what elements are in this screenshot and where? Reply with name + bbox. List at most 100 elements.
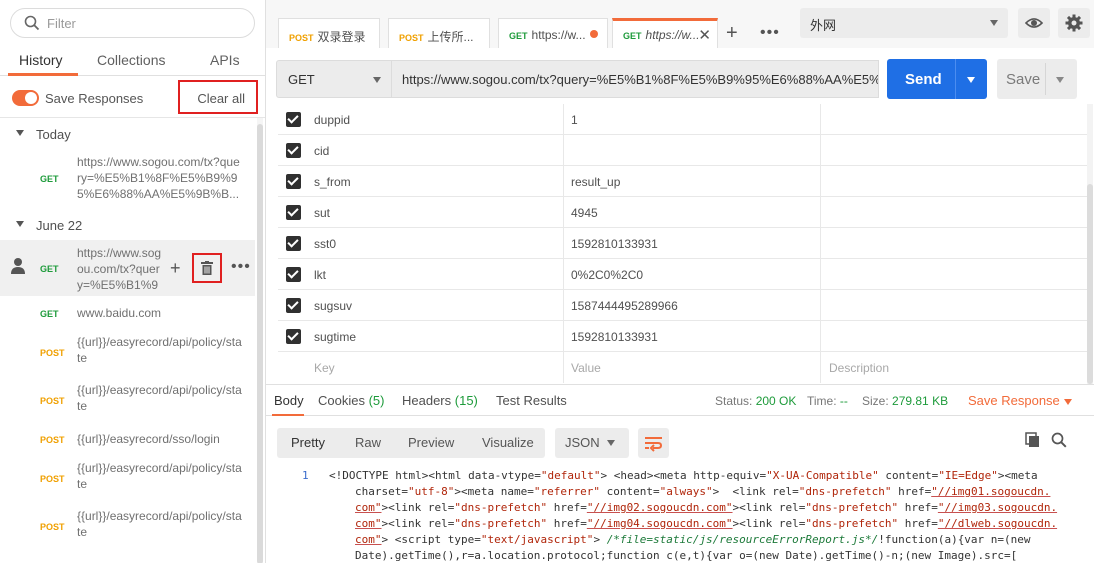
add-to-collection-icon[interactable]: +	[170, 259, 181, 277]
history-item[interactable]: GET www.baidu.com	[0, 300, 255, 326]
clear-all-button[interactable]: Clear all	[178, 80, 258, 114]
chevron-down-icon[interactable]	[967, 77, 975, 83]
save-label: Save	[1006, 71, 1041, 88]
save-response-button[interactable]: Save Response	[968, 393, 1072, 408]
more-options-icon[interactable]: •••	[231, 258, 251, 276]
history-item[interactable]: POST {{url}}/easyrecord/api/policy/state	[0, 456, 255, 500]
key-placeholder[interactable]: Key	[314, 361, 335, 375]
delete-button[interactable]	[192, 253, 222, 283]
history-url: https://www.sogou.com/tx?query=%E5%B1%8F…	[77, 155, 240, 201]
param-key[interactable]: lkt	[314, 268, 326, 282]
chevron-down-icon	[607, 440, 615, 446]
save-responses-label: Save Responses	[45, 91, 144, 106]
response-body-code[interactable]: 1 <!DOCTYPE html><html data-vtype="defau…	[276, 462, 1088, 563]
param-checkbox[interactable]	[286, 298, 301, 313]
chevron-down-icon	[990, 20, 998, 26]
code-line: charset="utf-8"><meta name="referrer" co…	[355, 485, 1051, 498]
tab-title: 上传所...	[427, 30, 474, 44]
url-input[interactable]: https://www.sogou.com/tx?query=%E5%B1%8F…	[391, 60, 879, 98]
tab-title: https://w...	[645, 28, 700, 42]
method-badge: GET	[509, 31, 528, 41]
history-item[interactable]: GET https://www.sogou.com/tx?query=%E5%B…	[0, 150, 255, 208]
param-checkbox[interactable]	[286, 143, 301, 158]
param-checkbox[interactable]	[286, 174, 301, 189]
param-value[interactable]: result_up	[571, 175, 620, 189]
param-key[interactable]: sst0	[314, 237, 336, 251]
param-key[interactable]: duppid	[314, 113, 350, 127]
history-group-june-22[interactable]: June 22	[0, 212, 265, 238]
param-key[interactable]: cid	[314, 144, 329, 158]
size-info: Size: 279.81 KB	[862, 394, 948, 408]
param-checkbox[interactable]	[286, 236, 301, 251]
eye-icon	[1025, 18, 1043, 28]
method-badge: POST	[40, 348, 65, 358]
chevron-down-icon[interactable]	[1056, 77, 1064, 83]
tab-title: 双录登录	[317, 30, 366, 44]
sidebar-scrollbar[interactable]	[257, 118, 263, 563]
tab-collections[interactable]: Collections	[97, 52, 165, 68]
param-key[interactable]: s_from	[314, 175, 351, 189]
size-value: 279.81 KB	[892, 394, 949, 408]
send-button[interactable]: Send	[887, 59, 987, 99]
param-key[interactable]: sugsuv	[314, 299, 352, 313]
chevron-down-icon	[1064, 399, 1072, 405]
tab-test-results[interactable]: Test Results	[496, 393, 567, 408]
param-value[interactable]: 0%2C0%2C0	[571, 268, 643, 282]
history-item[interactable]: POST {{url}}/easyrecord/api/policy/state	[0, 330, 255, 374]
request-tab[interactable]: POST 上传所...	[388, 18, 490, 48]
code-line: com"><link rel="dns-prefetch" href="//im…	[355, 501, 1058, 514]
tab-headers[interactable]: Headers (15)	[402, 393, 478, 408]
value-placeholder[interactable]: Value	[571, 361, 601, 375]
search-icon[interactable]	[1051, 432, 1067, 448]
filter-box[interactable]	[10, 8, 255, 38]
param-checkbox[interactable]	[286, 267, 301, 282]
tab-history[interactable]: History	[19, 52, 63, 68]
code-line: com"> <script type="text/javascript"> /*…	[355, 533, 1031, 546]
param-row: sst0 1592810133931	[278, 228, 1090, 259]
filter-input[interactable]	[47, 15, 242, 31]
view-raw[interactable]: Raw	[355, 435, 381, 450]
param-checkbox[interactable]	[286, 112, 301, 127]
history-item[interactable]: POST {{url}}/easyrecord/api/policy/state	[0, 504, 255, 548]
more-tabs-icon[interactable]: •••	[760, 24, 780, 42]
param-value[interactable]: 1	[571, 113, 578, 127]
param-value[interactable]: 4945	[571, 206, 598, 220]
tab-body[interactable]: Body	[274, 393, 304, 408]
param-key[interactable]: sut	[314, 206, 330, 220]
history-group-today[interactable]: Today	[0, 121, 265, 147]
environment-quick-look-button[interactable]	[1018, 8, 1050, 38]
param-value[interactable]: 1592810133931	[571, 237, 658, 251]
params-scrollbar[interactable]	[1087, 104, 1093, 384]
method-badge: GET	[40, 264, 59, 274]
wrap-lines-button[interactable]	[638, 428, 669, 458]
view-preview[interactable]: Preview	[408, 435, 454, 450]
tab-apis[interactable]: APIs	[210, 52, 240, 68]
method-select[interactable]: GET	[276, 60, 392, 98]
param-value[interactable]: 1587444495289966	[571, 299, 678, 313]
param-checkbox[interactable]	[286, 205, 301, 220]
request-tab-active[interactable]: GET https://w... ✕	[612, 18, 718, 48]
code-line: Date).getTime(),r=a.location.protocol;fu…	[355, 549, 1018, 562]
history-item[interactable]: POST {{url}}/easyrecord/sso/login	[0, 426, 255, 452]
view-visualize[interactable]: Visualize	[482, 435, 534, 450]
response-tabs: Body Cookies (5) Headers (15) Test Resul…	[266, 384, 1094, 416]
param-checkbox[interactable]	[286, 329, 301, 344]
request-tab[interactable]: POST 双录登录	[278, 18, 380, 48]
view-pretty[interactable]: Pretty	[291, 435, 325, 450]
manage-environments-button[interactable]	[1058, 8, 1090, 38]
close-icon[interactable]: ✕	[698, 26, 711, 44]
format-select[interactable]: JSON	[555, 428, 629, 458]
history-item[interactable]: POST {{url}}/easyrecord/api/policy/state	[0, 378, 255, 422]
param-row: duppid 1	[278, 104, 1090, 135]
save-responses-toggle[interactable]	[12, 90, 39, 106]
request-tab[interactable]: GET https://w...	[498, 18, 608, 48]
copy-icon[interactable]	[1025, 432, 1041, 448]
history-url: {{url}}/easyrecord/api/policy/state	[77, 383, 242, 413]
environment-select[interactable]: 外网	[800, 8, 1008, 38]
save-button[interactable]: Save	[997, 59, 1077, 99]
description-placeholder[interactable]: Description	[829, 361, 889, 375]
tab-cookies[interactable]: Cookies (5)	[318, 393, 384, 408]
new-tab-icon[interactable]: +	[726, 22, 738, 45]
param-key[interactable]: sugtime	[314, 330, 356, 344]
param-value[interactable]: 1592810133931	[571, 330, 658, 344]
